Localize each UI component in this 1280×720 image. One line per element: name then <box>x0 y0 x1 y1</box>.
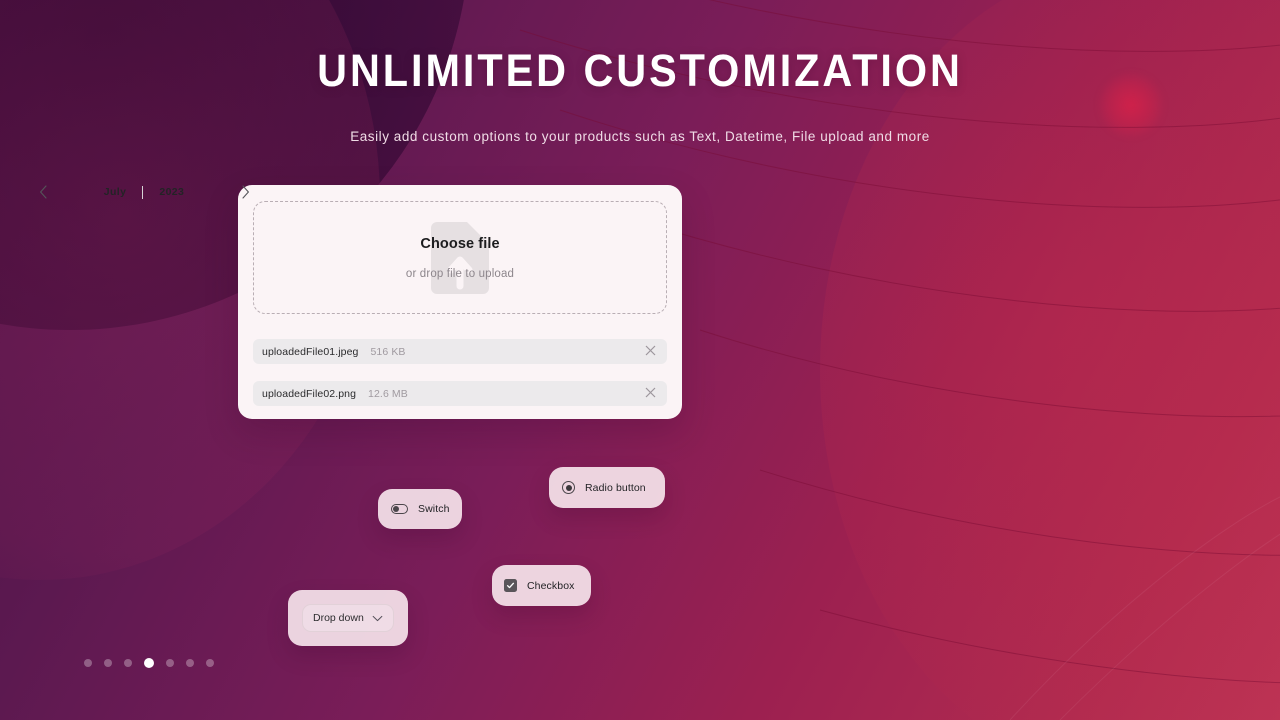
dropzone-title: Choose file <box>420 235 500 252</box>
switch-label: Switch <box>418 503 450 515</box>
pagination-dot-active[interactable] <box>144 658 154 668</box>
radio-button-label: Radio button <box>585 481 646 494</box>
dropzone-subtitle: or drop file to upload <box>405 267 515 280</box>
pagination-dots <box>84 658 214 668</box>
pagination-dot[interactable] <box>124 659 132 667</box>
pagination-dot[interactable] <box>104 659 112 667</box>
uploaded-file-name: uploadedFile01.jpeg <box>262 345 359 358</box>
dropdown-control[interactable]: Drop down <box>302 604 394 632</box>
file-upload-card: Choose file or drop file to upload uploa… <box>238 185 682 419</box>
pagination-dot[interactable] <box>84 659 92 667</box>
pagination-dot[interactable] <box>186 659 194 667</box>
pagination-dot[interactable] <box>206 659 214 667</box>
calendar-month[interactable]: July <box>104 186 127 198</box>
toggle-switch-icon[interactable] <box>391 504 408 514</box>
chevron-left-icon[interactable] <box>34 183 52 201</box>
switch-widget[interactable]: Switch <box>378 489 462 529</box>
uploaded-file-size: 12.6 MB <box>368 387 408 400</box>
close-icon[interactable] <box>643 385 658 402</box>
checkbox-widget[interactable]: Checkbox <box>492 565 591 606</box>
close-icon[interactable] <box>643 343 658 360</box>
uploaded-file-size: 516 KB <box>370 345 406 358</box>
checkbox-label: Checkbox <box>527 579 575 592</box>
chevron-right-icon[interactable] <box>236 183 254 201</box>
calendar-header-divider <box>142 185 144 199</box>
radio-button-widget[interactable]: Radio button <box>549 467 665 508</box>
calendar-year[interactable]: 2023 <box>159 186 184 198</box>
radio-button-icon[interactable] <box>562 481 575 494</box>
file-dropzone[interactable]: Choose file or drop file to upload <box>253 201 667 314</box>
pagination-dot[interactable] <box>166 659 174 667</box>
chevron-down-icon[interactable] <box>372 615 383 622</box>
page-subtitle: Easily add custom options to your produc… <box>350 129 930 144</box>
uploaded-file-row[interactable]: uploadedFile01.jpeg 516 KB <box>253 339 667 364</box>
file-upload-icon <box>431 221 489 294</box>
uploaded-file-name: uploadedFile02.png <box>262 387 357 400</box>
dropdown-widget[interactable]: Drop down <box>288 590 408 646</box>
page-title: UNLIMITED CUSTOMIZATION <box>317 45 963 96</box>
calendar-header: July 2023 <box>16 169 272 215</box>
uploaded-file-row[interactable]: uploadedFile02.png 12.6 MB <box>253 381 667 406</box>
dropdown-label: Drop down <box>313 612 364 624</box>
checkbox-icon[interactable] <box>504 579 517 592</box>
